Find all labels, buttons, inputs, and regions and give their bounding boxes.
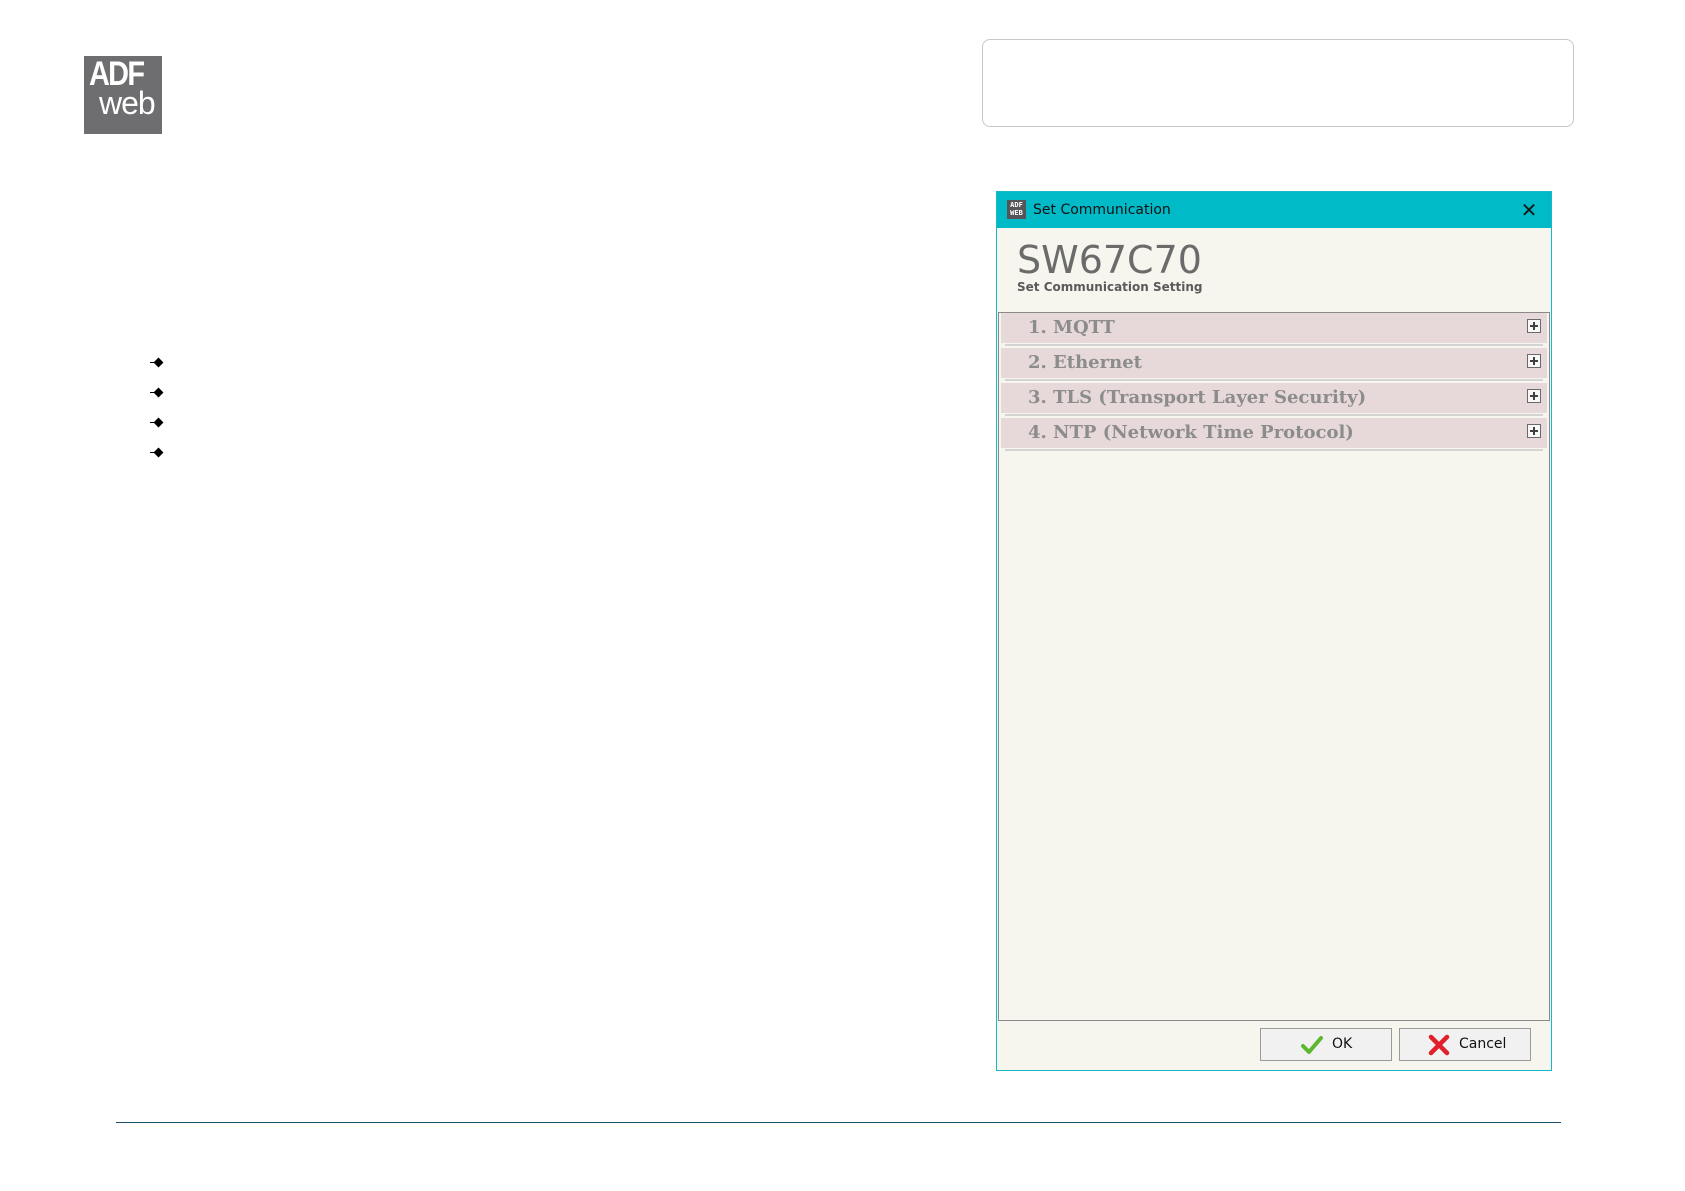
check-icon <box>1301 1036 1323 1054</box>
set-communication-dialog: ADF WEB Set Communication ✕ SW67C70 Set … <box>996 191 1552 1071</box>
plus-box-icon[interactable] <box>1527 389 1541 403</box>
diamond-bullet-icon <box>153 387 164 398</box>
ok-label: OK <box>1332 1036 1353 1052</box>
header-box <box>982 39 1574 127</box>
adfweb-app-icon: ADF WEB <box>1007 200 1026 219</box>
section-divider <box>1005 344 1543 346</box>
dialog-title: Set Communication <box>1033 202 1171 218</box>
adfweb-logo: ADF web <box>84 56 162 134</box>
device-subtitle: Set Communication Setting <box>1017 280 1203 294</box>
diamond-bullet-icon <box>153 357 164 368</box>
section-ntp[interactable]: 4. NTP (Network Time Protocol) <box>1001 418 1547 448</box>
settings-panel: 1. MQTT 2. Ethernet 3. TLS (Transport La… <box>998 312 1550 1021</box>
section-divider <box>1005 379 1543 381</box>
list-bullet <box>150 442 170 472</box>
plus-box-icon[interactable] <box>1527 424 1541 438</box>
x-icon <box>1428 1034 1450 1056</box>
list-bullet <box>150 412 170 442</box>
close-icon: ✕ <box>1520 198 1538 222</box>
list-bullet <box>150 382 170 412</box>
diamond-bullet-icon <box>153 447 164 458</box>
section-divider <box>1005 414 1543 416</box>
cancel-button[interactable]: Cancel <box>1399 1028 1531 1061</box>
diamond-bullet-icon <box>153 417 164 428</box>
section-mqtt[interactable]: 1. MQTT <box>1001 313 1547 343</box>
list-bullet <box>150 352 170 382</box>
device-name: SW67C70 <box>1017 238 1202 282</box>
section-label: 3. TLS (Transport Layer Security) <box>1028 387 1367 408</box>
section-tls[interactable]: 3. TLS (Transport Layer Security) <box>1001 383 1547 413</box>
bullet-list <box>150 352 170 472</box>
dialog-titlebar[interactable]: ADF WEB Set Communication ✕ <box>997 192 1551 228</box>
footer-divider <box>116 1122 1561 1123</box>
section-label: 4. NTP (Network Time Protocol) <box>1028 422 1354 443</box>
plus-box-icon[interactable] <box>1527 319 1541 333</box>
section-label: 1. MQTT <box>1028 317 1115 338</box>
section-label: 2. Ethernet <box>1028 352 1142 373</box>
section-divider <box>1005 449 1543 451</box>
logo-line-2: web <box>99 85 156 121</box>
plus-box-icon[interactable] <box>1527 354 1541 368</box>
section-ethernet[interactable]: 2. Ethernet <box>1001 348 1547 378</box>
ok-button[interactable]: OK <box>1260 1028 1392 1061</box>
cancel-label: Cancel <box>1459 1036 1507 1052</box>
close-button[interactable]: ✕ <box>1515 196 1543 224</box>
